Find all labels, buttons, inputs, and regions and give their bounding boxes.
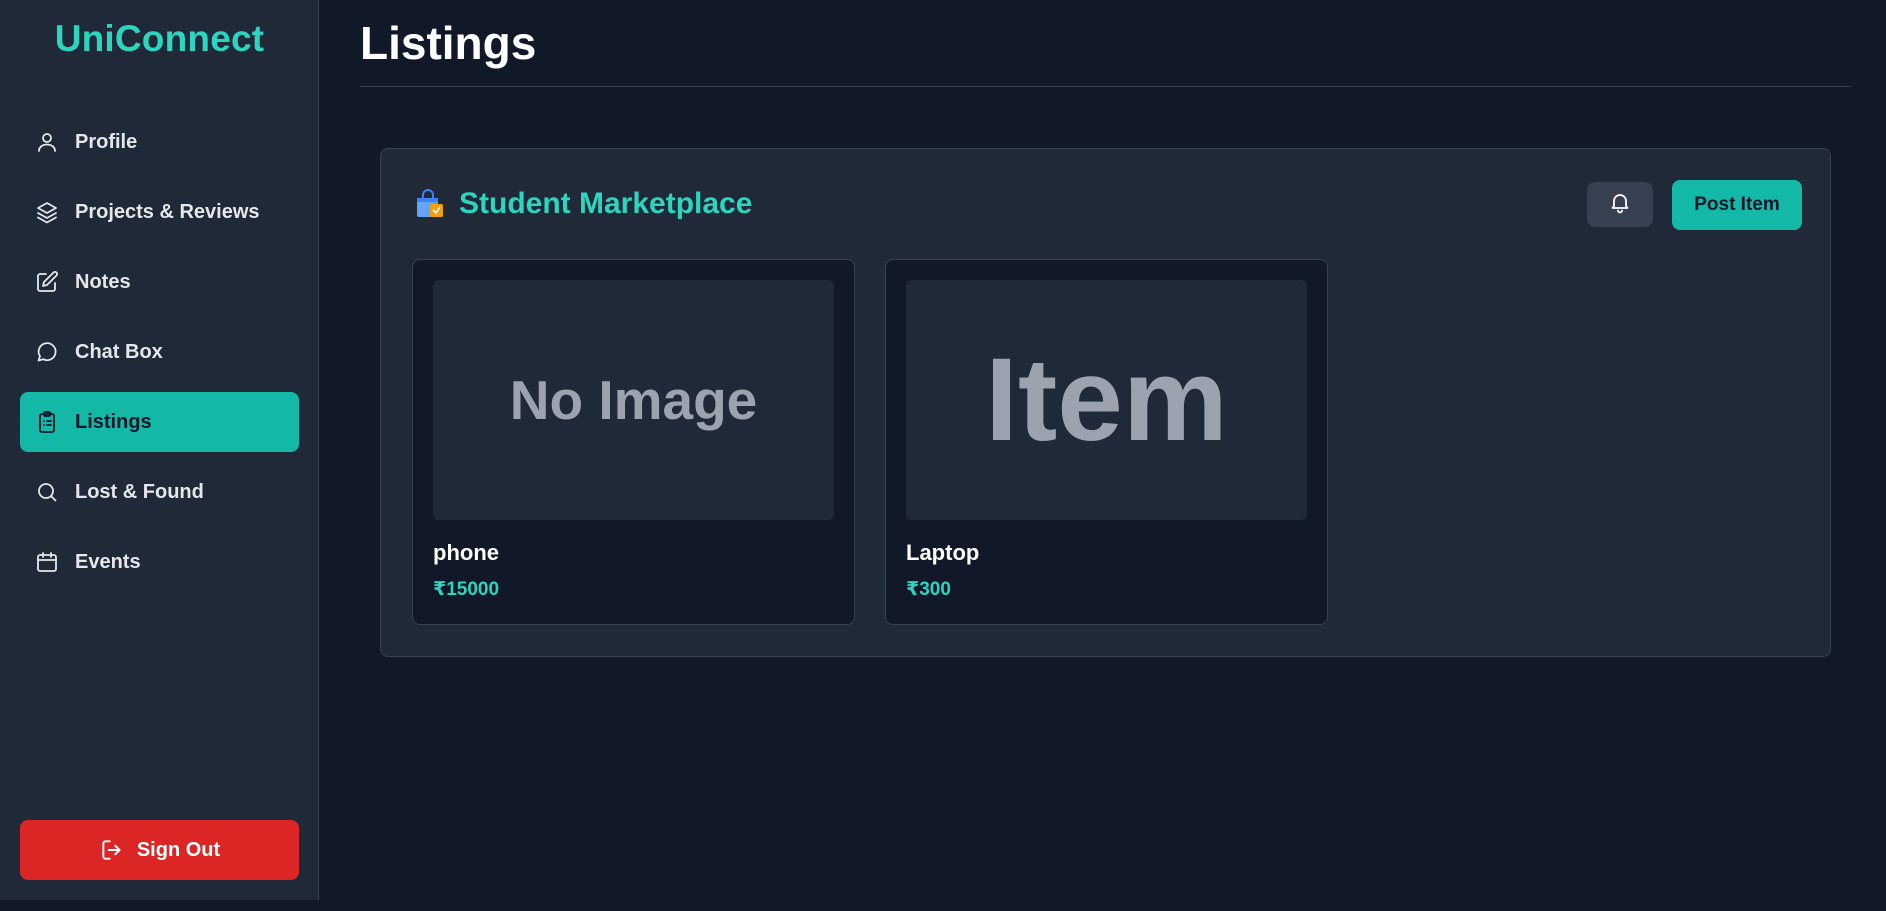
sidebar-item-label: Lost & Found (75, 480, 204, 503)
title-divider (360, 86, 1851, 87)
app-logo[interactable]: UniConnect (0, 18, 319, 60)
sidebar-item-projects-reviews[interactable]: Projects & Reviews (20, 182, 299, 242)
shopping-bag-icon (413, 188, 445, 220)
marketplace-panel: Student Marketplace Post Item No Image p… (380, 148, 1831, 657)
sidebar-item-label: Chat Box (75, 340, 163, 363)
sidebar-item-label: Profile (75, 130, 138, 153)
clipboard-list-icon (35, 410, 59, 434)
listing-card[interactable]: No Image phone ₹15000 (412, 259, 855, 625)
sidebar-item-notes[interactable]: Notes (20, 252, 299, 312)
sign-out-label: Sign Out (136, 838, 221, 861)
marketplace-header: Student Marketplace (413, 187, 752, 221)
bell-icon (1608, 190, 1632, 219)
sidebar-item-label: Notes (75, 270, 131, 293)
marketplace-title: Student Marketplace (459, 187, 753, 220)
layers-icon (35, 200, 59, 224)
listing-image-placeholder: No Image (433, 280, 834, 520)
sidebar-nav: Profile Projects & Reviews Notes Chat Bo… (20, 112, 299, 602)
post-item-button[interactable]: Post Item (1672, 180, 1802, 230)
sidebar-item-chat-box[interactable]: Chat Box (20, 322, 299, 382)
edit-icon (35, 270, 59, 294)
search-icon (35, 480, 59, 504)
sidebar: UniConnect Profile Projects & Reviews No… (0, 0, 319, 900)
sidebar-item-lost-found[interactable]: Lost & Found (20, 462, 299, 522)
sign-out-button[interactable]: Sign Out (20, 820, 299, 880)
sidebar-item-events[interactable]: Events (20, 532, 299, 592)
sidebar-item-label: Projects & Reviews (75, 200, 260, 223)
listing-name: phone (433, 540, 499, 565)
sidebar-item-profile[interactable]: Profile (20, 112, 299, 172)
listing-price: ₹15000 (433, 579, 500, 600)
calendar-icon (35, 550, 59, 574)
logout-icon (99, 837, 125, 863)
listing-card[interactable]: Item Laptop ₹300 (885, 259, 1328, 625)
chat-bubble-icon (35, 340, 59, 364)
listing-name: Laptop (906, 540, 980, 565)
sidebar-item-listings[interactable]: Listings (20, 392, 299, 452)
notifications-button[interactable] (1587, 182, 1653, 227)
sidebar-item-label: Listings (75, 410, 152, 433)
page-title: Listings (360, 17, 537, 69)
listing-image-placeholder: Item (906, 280, 1307, 520)
listing-price: ₹300 (906, 579, 951, 600)
sidebar-item-label: Events (75, 550, 141, 573)
user-icon (35, 130, 59, 154)
